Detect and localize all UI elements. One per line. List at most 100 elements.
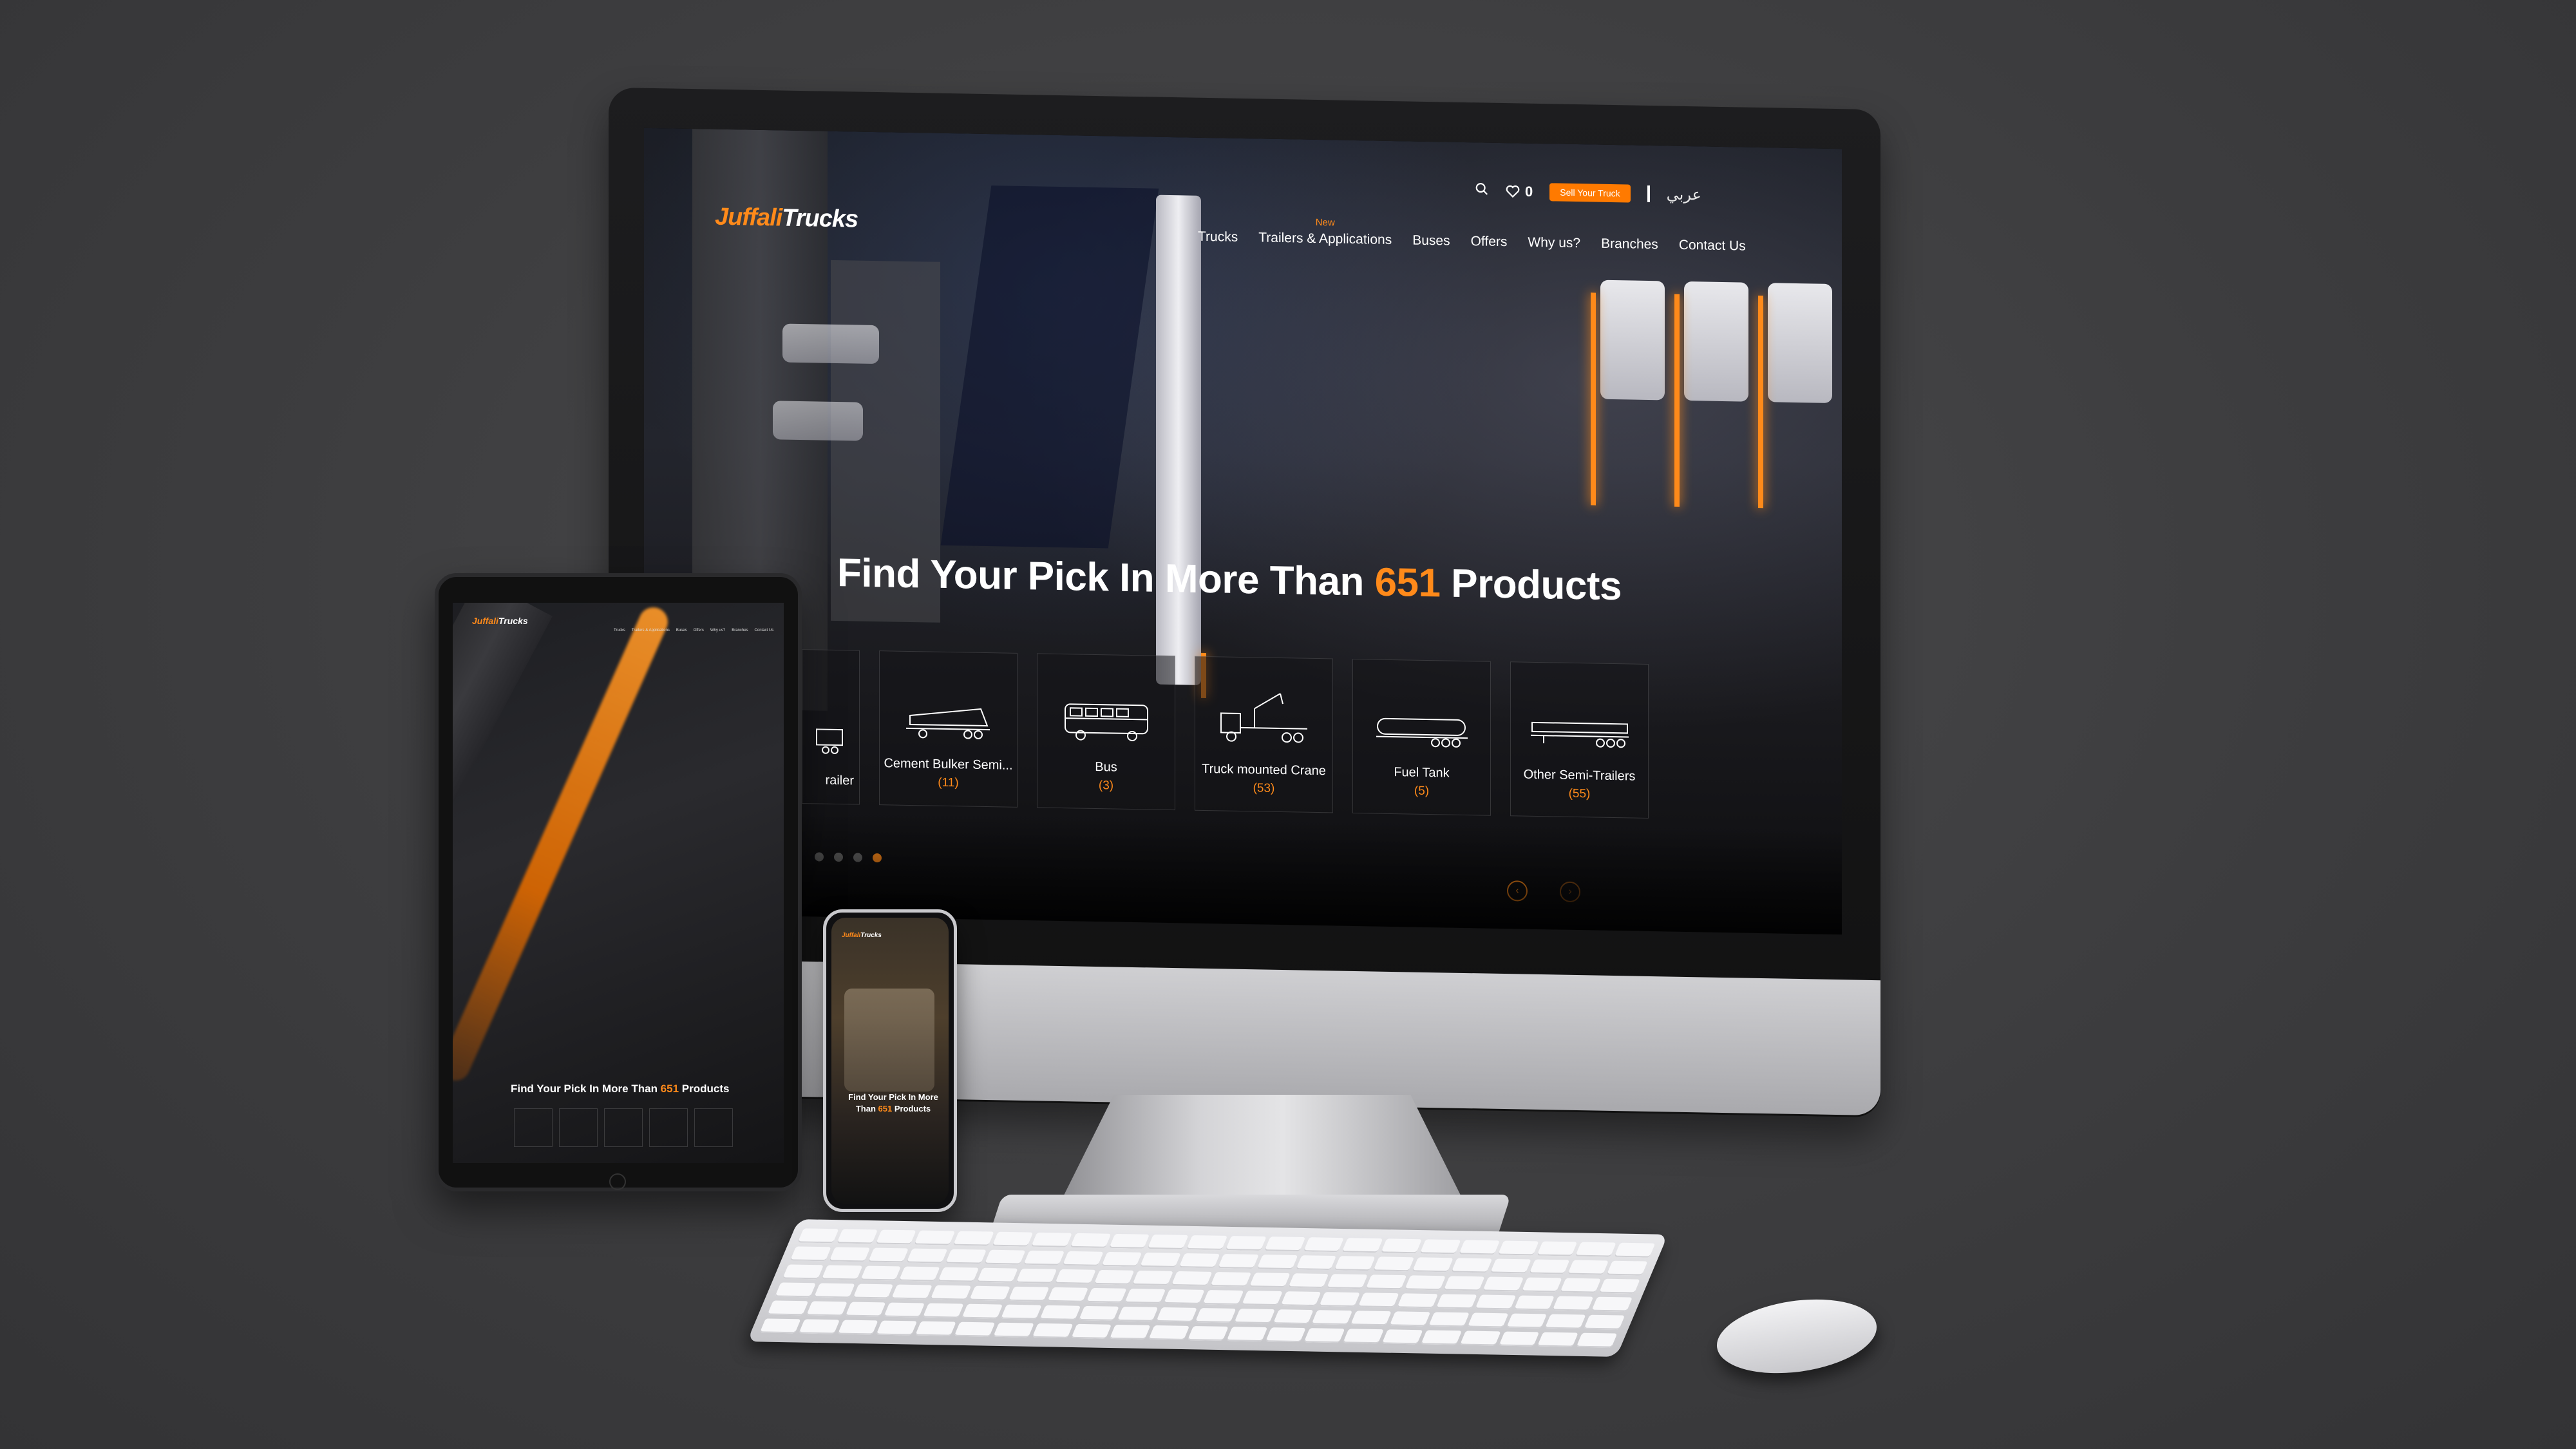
tablet-category-card[interactable] — [649, 1108, 688, 1147]
keyboard-key — [1202, 1290, 1244, 1305]
keyboard-key — [1521, 1277, 1562, 1293]
cement-bulker-icon — [905, 708, 990, 739]
wishlist-count: 0 — [1525, 183, 1533, 200]
keyboard-key — [1575, 1242, 1616, 1257]
language-switch[interactable]: عربي — [1667, 185, 1701, 204]
nav-buses[interactable]: Buses — [1412, 219, 1450, 249]
keyboard-key — [1016, 1268, 1057, 1283]
logo-part1: Juffali — [715, 203, 782, 232]
phone-truck-image — [844, 989, 934, 1092]
nav-contact-us[interactable]: Contact Us — [1679, 223, 1746, 254]
keyboard-key — [1234, 1309, 1275, 1324]
light-post — [1591, 292, 1596, 506]
keyboard-key — [1451, 1258, 1493, 1273]
nav-offers[interactable]: Offers — [1471, 220, 1508, 250]
tablet-screen: JuffaliTrucks Trucks Trailers & Applicat… — [453, 603, 784, 1163]
imac-stand — [1056, 1095, 1468, 1211]
keyboard-key — [945, 1249, 987, 1264]
category-card-cement-bulker[interactable]: Cement Bulker Semi... (11) — [879, 650, 1018, 808]
tablet-nav-item[interactable]: Offers — [694, 629, 704, 632]
keyboard-key — [1000, 1304, 1042, 1320]
tablet-logo[interactable]: JuffaliTrucks — [472, 616, 528, 626]
wishlist-link[interactable]: 0 — [1506, 183, 1533, 200]
tablet-category-card[interactable] — [559, 1108, 598, 1147]
keyboard-key — [1341, 1238, 1383, 1253]
tablet-nav-item[interactable]: Trucks — [614, 629, 625, 632]
tablet-category-cards — [514, 1108, 733, 1147]
tablet-category-card[interactable] — [694, 1108, 733, 1147]
keyboard-key — [1179, 1253, 1220, 1268]
nav-label: Offers — [1470, 234, 1508, 250]
keyboard-key — [1529, 1259, 1570, 1274]
category-label: Truck mounted Crane — [1202, 761, 1326, 779]
keyboard-key — [1032, 1323, 1074, 1338]
search-icon[interactable] — [1475, 182, 1489, 200]
parked-car — [782, 323, 879, 365]
semi-trailer-icon — [1530, 721, 1629, 748]
tablet-category-card[interactable] — [604, 1108, 643, 1147]
tablet-nav-item[interactable]: Contact Us — [755, 629, 774, 632]
tablet-nav-item[interactable]: Buses — [676, 629, 687, 632]
sell-your-truck-button[interactable]: Sell Your Truck — [1549, 183, 1631, 203]
nav-trucks[interactable]: Trucks — [1198, 215, 1238, 245]
keyboard-key — [1373, 1256, 1415, 1272]
category-carousel: railer Cement Bulker Semi... (11) Bus (3… — [802, 649, 1649, 819]
keyboard-key — [1241, 1291, 1283, 1306]
nav-label: Branches — [1601, 236, 1658, 252]
keyboard-key — [1124, 1288, 1166, 1303]
tablet-category-card[interactable] — [514, 1108, 553, 1147]
category-card-bus[interactable]: Bus (3) — [1037, 653, 1175, 811]
mouse — [1712, 1290, 1882, 1383]
keyboard-key — [1148, 1234, 1189, 1249]
nav-trailers-applications[interactable]: New Trailers & Applications — [1258, 216, 1392, 248]
keyboard-key — [1506, 1313, 1548, 1329]
keyboard-key — [1249, 1273, 1291, 1288]
keyboard-key — [853, 1283, 894, 1299]
category-card-truck-mounted-crane[interactable]: Truck mounted Crane (53) — [1195, 656, 1333, 813]
keyboard-key — [1397, 1293, 1439, 1309]
keyboard-key — [1560, 1278, 1602, 1293]
logo-part2: Trucks — [860, 932, 882, 939]
keyboard-key — [1110, 1324, 1151, 1340]
keyboard-key — [1389, 1311, 1431, 1327]
keyboard-key — [1584, 1314, 1625, 1330]
nav-label: Trucks — [1198, 229, 1238, 245]
keyboard-key — [1405, 1275, 1446, 1291]
nav-why-us[interactable]: Why us? — [1528, 221, 1580, 251]
keyboard-key — [767, 1300, 809, 1316]
keyboard-key — [1482, 1276, 1524, 1292]
keyboard-key — [1343, 1329, 1385, 1344]
nav-label: Why us? — [1528, 234, 1581, 251]
keyboard-key — [1226, 1327, 1267, 1342]
keyboard-key — [860, 1265, 902, 1281]
keyboard-key — [1210, 1272, 1251, 1287]
tablet-nav-item[interactable]: Trailers & Applications — [632, 629, 670, 632]
keyboard-key — [1497, 1240, 1539, 1256]
keyboard-key — [961, 1303, 1003, 1319]
hero-product-count: 651 — [1374, 560, 1441, 606]
tablet-nav-item[interactable]: Why us? — [710, 629, 725, 632]
keyboard-key — [1327, 1274, 1368, 1289]
keyboard-key — [1186, 1235, 1228, 1250]
keyboard-key — [775, 1282, 816, 1298]
keyboard-key — [1358, 1293, 1399, 1308]
tablet-home-button[interactable] — [609, 1173, 626, 1190]
category-card-other-semi-trailers[interactable]: Other Semi-Trailers (55) — [1510, 661, 1649, 819]
keyboard-key — [899, 1266, 940, 1282]
keyboard-key — [837, 1229, 878, 1244]
tablet-nav-item[interactable]: Branches — [732, 629, 748, 632]
nav-branches[interactable]: Branches — [1601, 222, 1658, 253]
keyboard-key — [938, 1267, 980, 1282]
category-card-fuel-tank[interactable]: Fuel Tank (5) — [1352, 658, 1491, 816]
keyboard-key — [1030, 1232, 1072, 1247]
phone-logo[interactable]: JuffaliTrucks — [842, 932, 882, 939]
keyboard-key — [1459, 1331, 1501, 1346]
category-card-trailer[interactable]: railer — [802, 649, 860, 805]
keyboard-key — [876, 1320, 918, 1336]
parked-truck — [1600, 279, 1665, 401]
site-logo[interactable]: JuffaliTrucks — [715, 204, 858, 234]
keyboard-key — [837, 1320, 879, 1335]
title-line1: Find Your Pick In More — [848, 1092, 938, 1102]
tablet-device: JuffaliTrucks Trucks Trailers & Applicat… — [435, 573, 802, 1191]
logo-part2: Trucks — [498, 616, 528, 626]
